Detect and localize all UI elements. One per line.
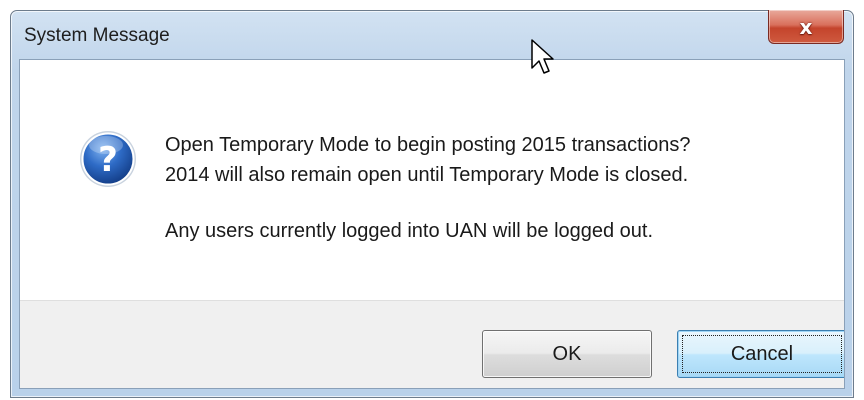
message-line-1: Open Temporary Mode to begin posting 201… [165, 134, 691, 156]
message-line-2: 2014 will also remain open until Tempora… [165, 164, 689, 186]
close-icon: x [799, 14, 813, 39]
question-icon: ? [80, 131, 136, 187]
message-area: ? Open Temporary Mode to begin posting 2… [20, 60, 844, 300]
message-line-3: Any users currently logged into UAN will… [165, 220, 654, 242]
ok-button[interactable]: OK [482, 330, 652, 378]
cancel-button[interactable]: Cancel [677, 330, 844, 378]
window-title: System Message [24, 25, 170, 46]
button-bar: OK Cancel [20, 300, 844, 388]
svg-text:?: ? [98, 140, 118, 180]
mouse-pointer-icon [531, 39, 554, 74]
title-bar[interactable]: System Message x [11, 10, 853, 59]
dialog-body: ? Open Temporary Mode to begin posting 2… [19, 59, 845, 389]
dialog-window: System Message x ? Open Temporary Mode t… [10, 10, 854, 398]
close-button[interactable]: x [768, 10, 844, 44]
focus-rectangle [682, 335, 842, 373]
